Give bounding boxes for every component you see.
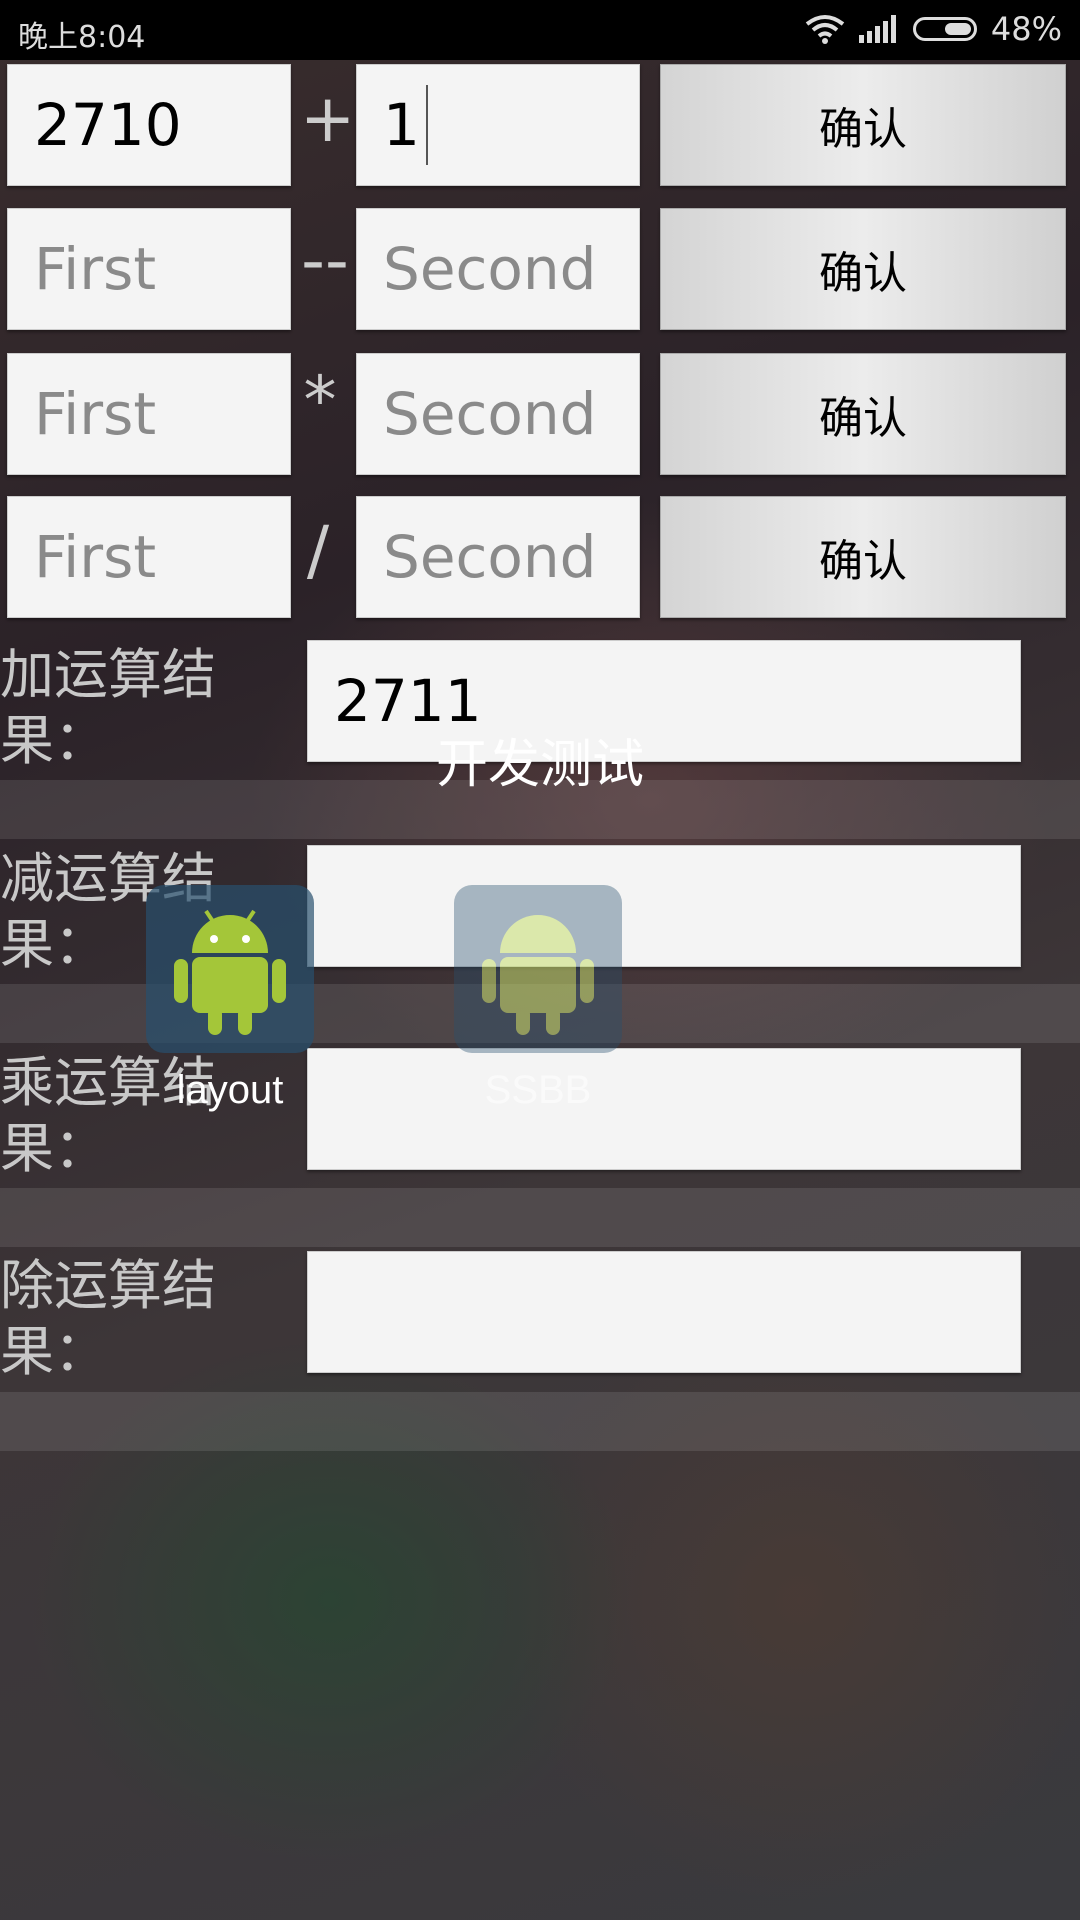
second-input[interactable]: Second [356, 496, 640, 618]
operator-label: * [303, 362, 337, 439]
battery-percent: 48% [990, 10, 1062, 48]
divider [0, 1392, 1080, 1451]
second-input[interactable]: Second [356, 208, 640, 330]
confirm-button[interactable]: 确认 [660, 353, 1066, 475]
add-result-label: 加运算结果： [0, 643, 216, 772]
first-input[interactable]: First [7, 353, 291, 475]
battery-icon [912, 17, 977, 41]
operator-label: / [306, 512, 330, 589]
app-icon-layout[interactable] [146, 885, 314, 1053]
first-input[interactable]: 2710 [7, 64, 291, 186]
confirm-button[interactable]: 确认 [660, 496, 1066, 618]
folder-title: 开发测试 [435, 735, 644, 795]
subtract-result-field[interactable] [307, 845, 1021, 967]
operator-label: + [300, 80, 356, 157]
confirm-button[interactable]: 确认 [660, 208, 1066, 330]
first-input[interactable]: First [7, 208, 291, 330]
divide-result-field[interactable] [307, 1251, 1021, 1373]
divider [0, 1188, 1080, 1247]
second-input-value: 1 [383, 91, 420, 159]
divide-result-label: 除运算结果： [0, 1254, 216, 1383]
operator-label: -- [301, 222, 349, 299]
app-label: layout [176, 1068, 284, 1112]
status-time: 晚上8:04 [18, 20, 146, 55]
signal-icon [858, 15, 896, 43]
confirm-button[interactable]: 确认 [660, 64, 1066, 186]
android-icon [174, 909, 286, 1035]
first-input[interactable]: First [7, 496, 291, 618]
status-bar: 晚上8:04 48% [0, 0, 1080, 60]
app-icon-ssbb[interactable] [454, 885, 622, 1053]
second-input[interactable]: 1 [356, 64, 640, 186]
android-icon [482, 915, 594, 1035]
app-label: SSBB [484, 1068, 592, 1112]
text-cursor [425, 85, 428, 165]
wifi-icon [805, 15, 845, 44]
second-input[interactable]: Second [356, 353, 640, 475]
multiply-result-field[interactable] [307, 1048, 1021, 1170]
